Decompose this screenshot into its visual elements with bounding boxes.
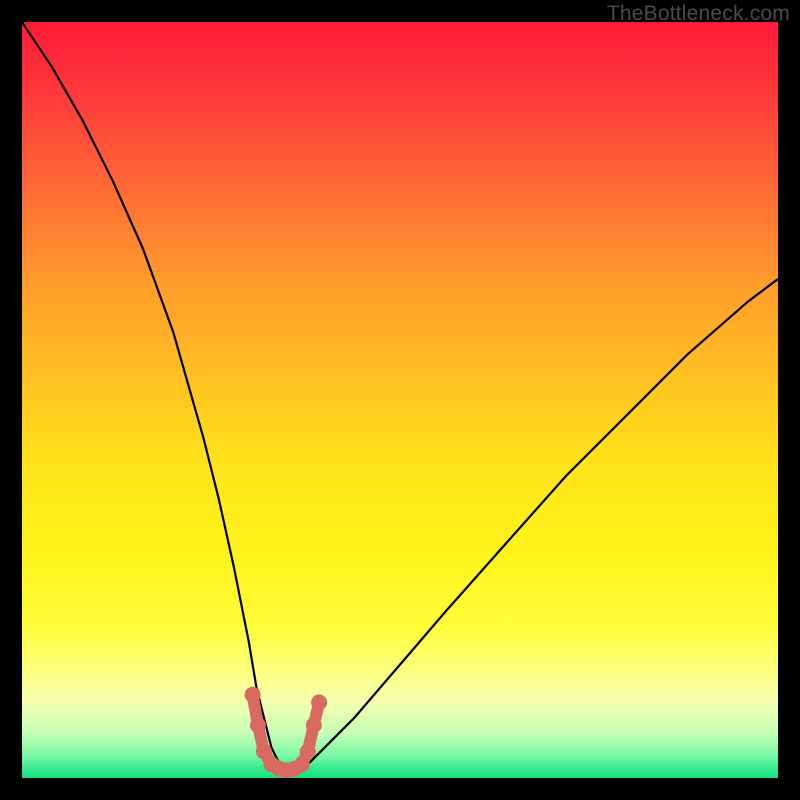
bottleneck-curve-path xyxy=(22,22,778,770)
optimal-range-marker xyxy=(311,694,327,710)
curve-layer xyxy=(22,22,778,778)
chart-frame: TheBottleneck.com xyxy=(0,0,800,800)
optimal-range-marker xyxy=(306,717,322,733)
optimal-range-marker xyxy=(300,744,316,760)
watermark-text: TheBottleneck.com xyxy=(607,2,790,26)
plot-area xyxy=(22,22,778,778)
bottleneck-curve xyxy=(22,22,778,770)
optimal-range-marker xyxy=(245,687,261,703)
optimal-range-marker xyxy=(250,717,266,733)
optimal-range-markers xyxy=(245,687,328,778)
